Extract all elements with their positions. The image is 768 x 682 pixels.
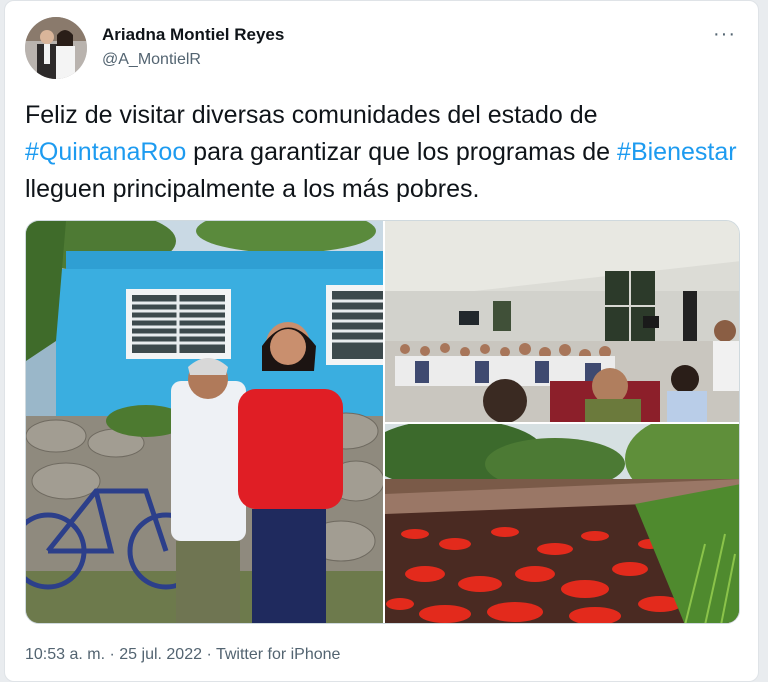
tweet-text: Feliz de visitar diversas comunidades de… (25, 97, 745, 208)
tweet-card: Ariadna Montiel Reyes @A_MontielR ··· Fe… (4, 0, 759, 682)
tweet-date[interactable]: 25 jul. 2022 (119, 646, 202, 663)
tweet-text-part: para garantizar que los programas de (186, 138, 618, 166)
author-handle[interactable]: @A_MontielR (102, 51, 201, 69)
media-grid (25, 220, 740, 624)
tweet-text-part: Feliz de visitar diversas comunidades de… (25, 101, 598, 129)
meta-separator: · (202, 646, 216, 663)
author-name[interactable]: Ariadna Montiel Reyes (102, 25, 284, 45)
tweet-text-part: lleguen principalmente a los más pobres. (25, 175, 480, 203)
photo-red-flowers-road[interactable] (385, 424, 739, 623)
more-horizontal-icon[interactable]: ··· (713, 23, 736, 46)
tweet-time[interactable]: 10:53 a. m. (25, 646, 105, 663)
hashtag-link[interactable]: #Bienestar (617, 138, 737, 166)
avatar[interactable] (25, 17, 87, 79)
meta-separator: · (105, 646, 120, 663)
tweet-meta: 10:53 a. m. · 25 jul. 2022 · Twitter for… (25, 646, 340, 664)
hashtag-link[interactable]: #QuintanaRoo (25, 138, 186, 166)
photo-meeting-hall[interactable] (385, 221, 739, 422)
tweet-source[interactable]: Twitter for iPhone (216, 646, 341, 663)
photo-community-visit[interactable] (26, 221, 383, 623)
